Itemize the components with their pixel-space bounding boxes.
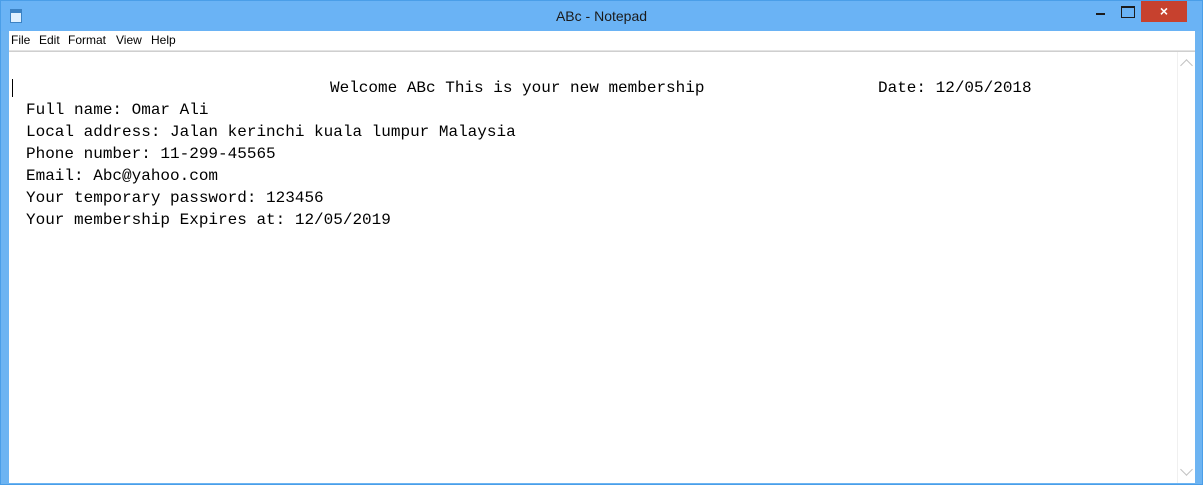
- vertical-scrollbar[interactable]: [1177, 52, 1195, 483]
- menu-bar: File Edit Format View Help: [9, 31, 1195, 51]
- scroll-down-icon[interactable]: [1180, 463, 1193, 476]
- close-icon[interactable]: ×: [1141, 1, 1187, 22]
- email-line: Email: Abc@yahoo.com: [26, 167, 219, 185]
- notepad-window: ABc - Notepad × File Edit Format View He…: [0, 0, 1203, 485]
- title-bar[interactable]: ABc - Notepad ×: [1, 1, 1202, 31]
- text-caret: [12, 79, 13, 97]
- menu-edit[interactable]: Edit: [39, 31, 60, 50]
- minimize-icon[interactable]: [1087, 1, 1113, 22]
- membership-header: Welcome ABc This is your new membership: [330, 79, 705, 97]
- menu-help[interactable]: Help: [151, 31, 176, 50]
- password-line: Your temporary password: 123456: [26, 189, 324, 207]
- address-line: Local address: Jalan kerinchi kuala lump…: [26, 123, 516, 141]
- phone-line: Phone number: 11-299-45565: [26, 145, 276, 163]
- expiry-line: Your membership Expires at: 12/05/2019: [26, 211, 391, 229]
- full-name-line: Full name: Omar Ali: [26, 101, 209, 119]
- menu-format[interactable]: Format: [68, 31, 106, 50]
- menu-file[interactable]: File: [11, 31, 30, 50]
- menu-view[interactable]: View: [116, 31, 142, 50]
- membership-date: Date: 12/05/2018: [878, 79, 1032, 97]
- window-title: ABc - Notepad: [555, 8, 648, 24]
- maximize-icon[interactable]: [1114, 1, 1140, 22]
- scroll-up-icon[interactable]: [1180, 59, 1193, 72]
- text-editor[interactable]: Welcome ABc This is your new membership …: [9, 51, 1195, 483]
